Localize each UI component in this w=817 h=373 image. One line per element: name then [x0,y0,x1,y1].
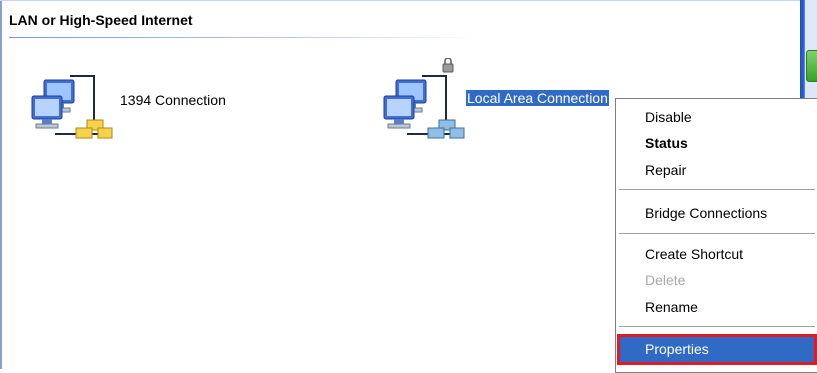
menu-separator [619,233,815,234]
menu-item-bridge-connections[interactable]: Bridge Connections [617,201,817,225]
menu-item-delete: Delete [645,272,686,288]
connection-label: Local Area Connection [466,90,609,106]
selected-connection-name: Local Area Connection [466,90,609,106]
network-connection-icon [383,58,465,139]
context-menu: Disable Status Repair Bridge Connections… [615,98,817,373]
menu-item-properties[interactable]: Properties [617,334,817,365]
menu-separator [619,326,815,327]
connection-label: 1394 Connection [120,92,226,108]
menu-item-repair[interactable]: Repair [617,158,817,182]
section-divider [9,37,479,38]
window-left-border [0,0,2,369]
menu-item-create-shortcut[interactable]: Create Shortcut [617,242,817,266]
section-title: LAN or High-Speed Internet [9,12,193,28]
menu-item-disable[interactable]: Disable [617,105,817,129]
menu-item-rename[interactable]: Rename [617,295,817,319]
menu-item-status[interactable]: Status [617,131,817,155]
window-top-border [0,0,800,1]
menu-separator [619,189,815,190]
go-button-icon[interactable] [806,50,817,82]
network-connection-icon [31,75,113,139]
